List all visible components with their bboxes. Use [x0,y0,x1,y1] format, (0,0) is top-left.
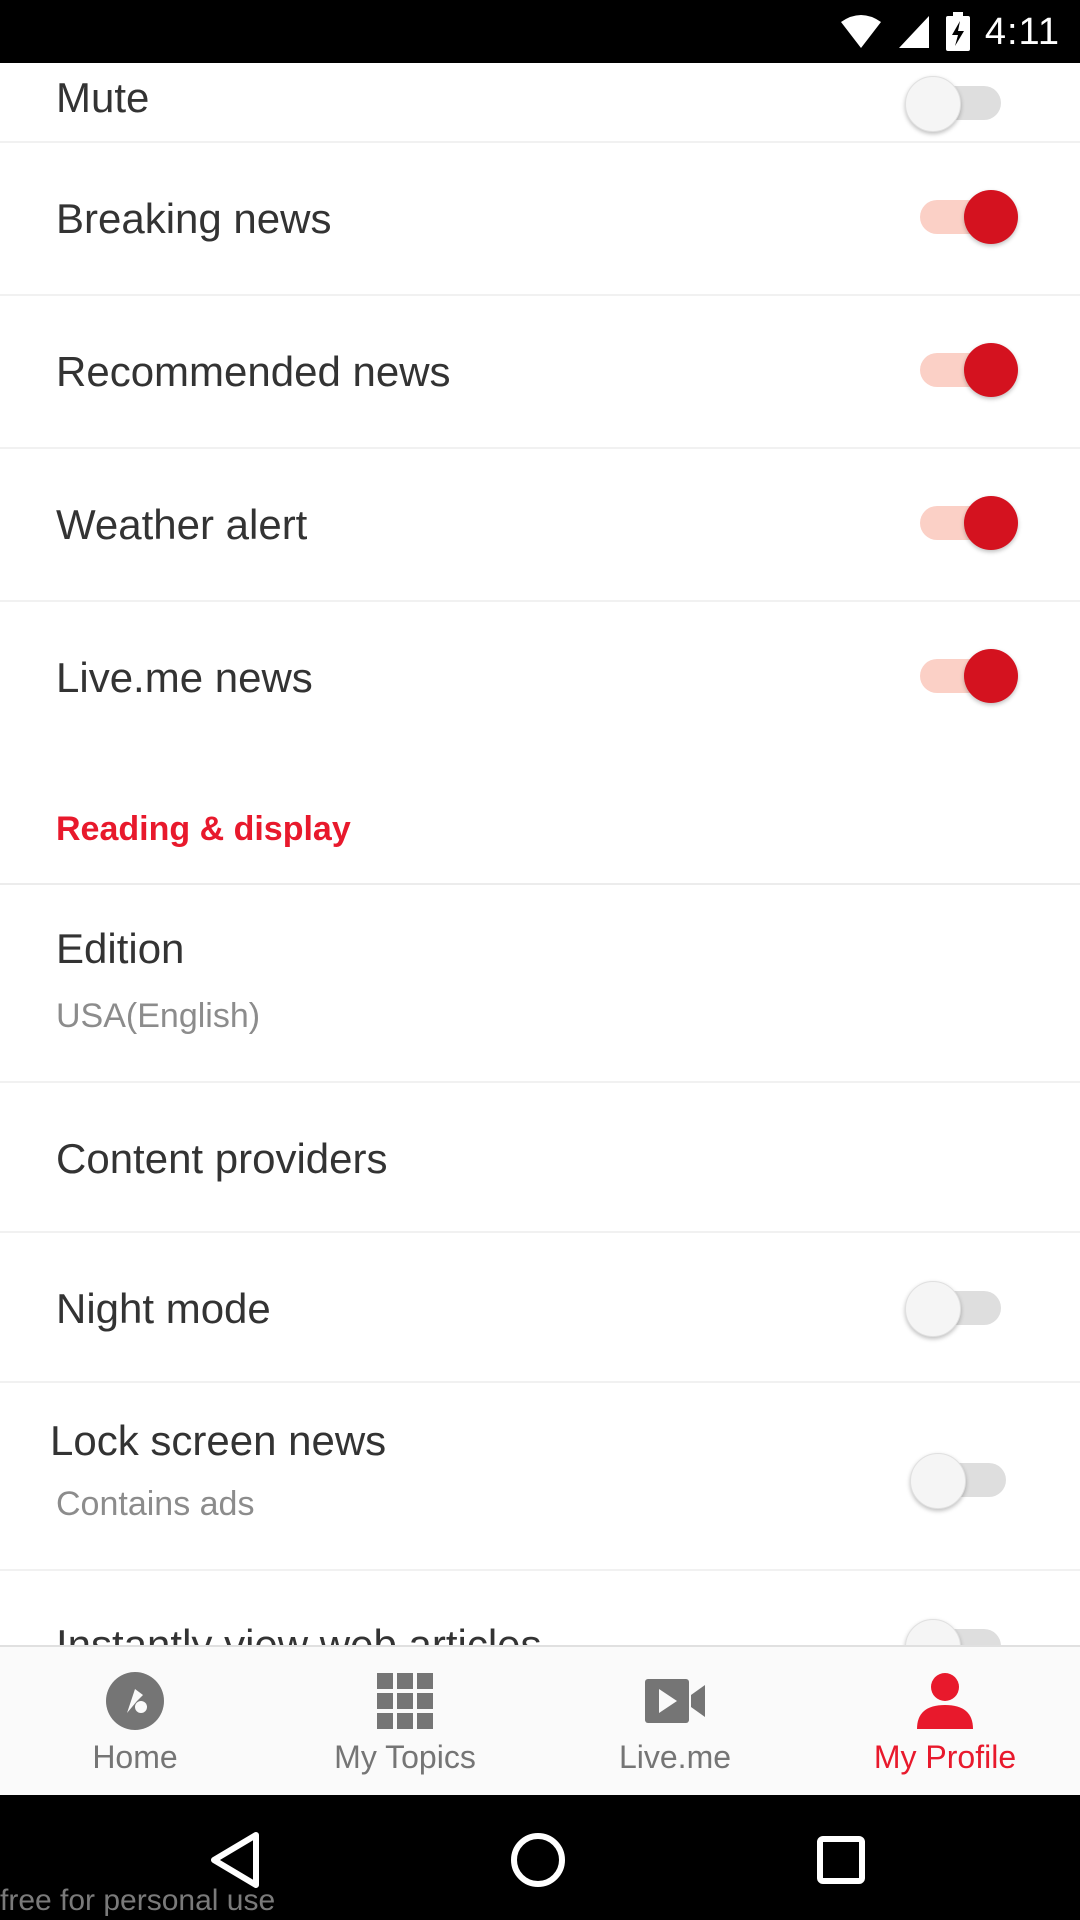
lock-screen-news-subtitle: Contains ads [56,1485,255,1523]
recommended-news-toggle[interactable] [910,340,1020,400]
toggle-knob [905,1281,961,1337]
settings-row-lock-screen-news[interactable]: Lock screen news Contains ads [0,1383,1080,1571]
settings-row-content-providers[interactable]: Content providers [0,1083,1080,1233]
toggle-knob [905,1619,961,1645]
settings-row-breaking-news[interactable]: Breaking news [0,143,1080,296]
section-header-reading-display: Reading & display [56,810,351,848]
breaking-news-label: Breaking news [56,195,332,242]
nav-my-profile-label: My Profile [873,1739,1017,1775]
settings-row-liveme-news[interactable]: Live.me news [0,602,1080,755]
bottom-nav: Home My Topics Live.me My Profile [0,1645,1080,1795]
nav-liveme-label: Live.me [618,1739,732,1775]
weather-alert-toggle[interactable] [910,493,1020,553]
toggle-knob [964,343,1018,397]
nav-my-topics[interactable]: My Topics [270,1647,540,1797]
system-nav-bar: free for personal use [0,1795,1080,1920]
grid-icon [377,1673,433,1729]
video-camera-icon [645,1679,705,1723]
settings-row-edition[interactable]: Edition USA(English) [0,885,1080,1083]
lock-screen-news-label: Lock screen news [50,1417,387,1464]
home-circle-icon[interactable] [503,1825,573,1895]
toggle-knob [964,190,1018,244]
battery-charging-icon [945,12,970,51]
nav-my-profile[interactable]: My Profile [810,1647,1080,1797]
person-icon [917,1673,973,1729]
liveme-news-label: Live.me news [56,654,313,701]
toggle-knob [964,649,1018,703]
nav-my-topics-label: My Topics [334,1739,476,1775]
cell-signal-icon [898,16,929,48]
settings-row-night-mode[interactable]: Night mode [0,1233,1080,1383]
settings-row-weather-alert[interactable]: Weather alert [0,449,1080,602]
breaking-news-toggle[interactable] [910,187,1020,247]
night-mode-label: Night mode [56,1285,271,1332]
liveme-news-toggle[interactable] [910,646,1020,706]
settings-row-instant-view[interactable]: Instantly view web articles [0,1571,1080,1645]
toggle-knob [964,496,1018,550]
clock: 4:11 [984,10,1060,53]
edition-value: USA(English) [56,997,261,1035]
lock-screen-news-toggle[interactable] [910,1450,1020,1510]
content-providers-label: Content providers [56,1135,388,1182]
toggle-knob [905,76,961,132]
mute-label: Mute [56,74,150,121]
recents-icon[interactable] [806,1825,876,1895]
settings-list[interactable]: Mute Breaking news Recommended news Weat… [0,63,1080,1645]
wifi-icon [840,15,881,48]
status-bar: 4:11 [0,0,1080,63]
settings-row-recommended-news[interactable]: Recommended news [0,296,1080,449]
nav-home-label: Home [92,1739,178,1775]
mute-toggle[interactable] [905,73,1015,133]
settings-row-mute[interactable]: Mute [0,63,1080,143]
toggle-knob [910,1453,966,1509]
weather-alert-label: Weather alert [56,501,308,548]
watermark-text: free for personal use [0,1884,276,1917]
nav-home[interactable]: Home [0,1647,270,1797]
instant-view-toggle[interactable] [905,1616,1015,1645]
night-mode-toggle[interactable] [905,1278,1015,1338]
home-compass-icon [106,1672,164,1730]
instant-view-label: Instantly view web articles [56,1621,542,1645]
edition-label: Edition [56,925,185,972]
nav-liveme[interactable]: Live.me [540,1647,810,1797]
recommended-news-label: Recommended news [56,348,451,395]
status-icons: 4:11 [839,8,1060,56]
